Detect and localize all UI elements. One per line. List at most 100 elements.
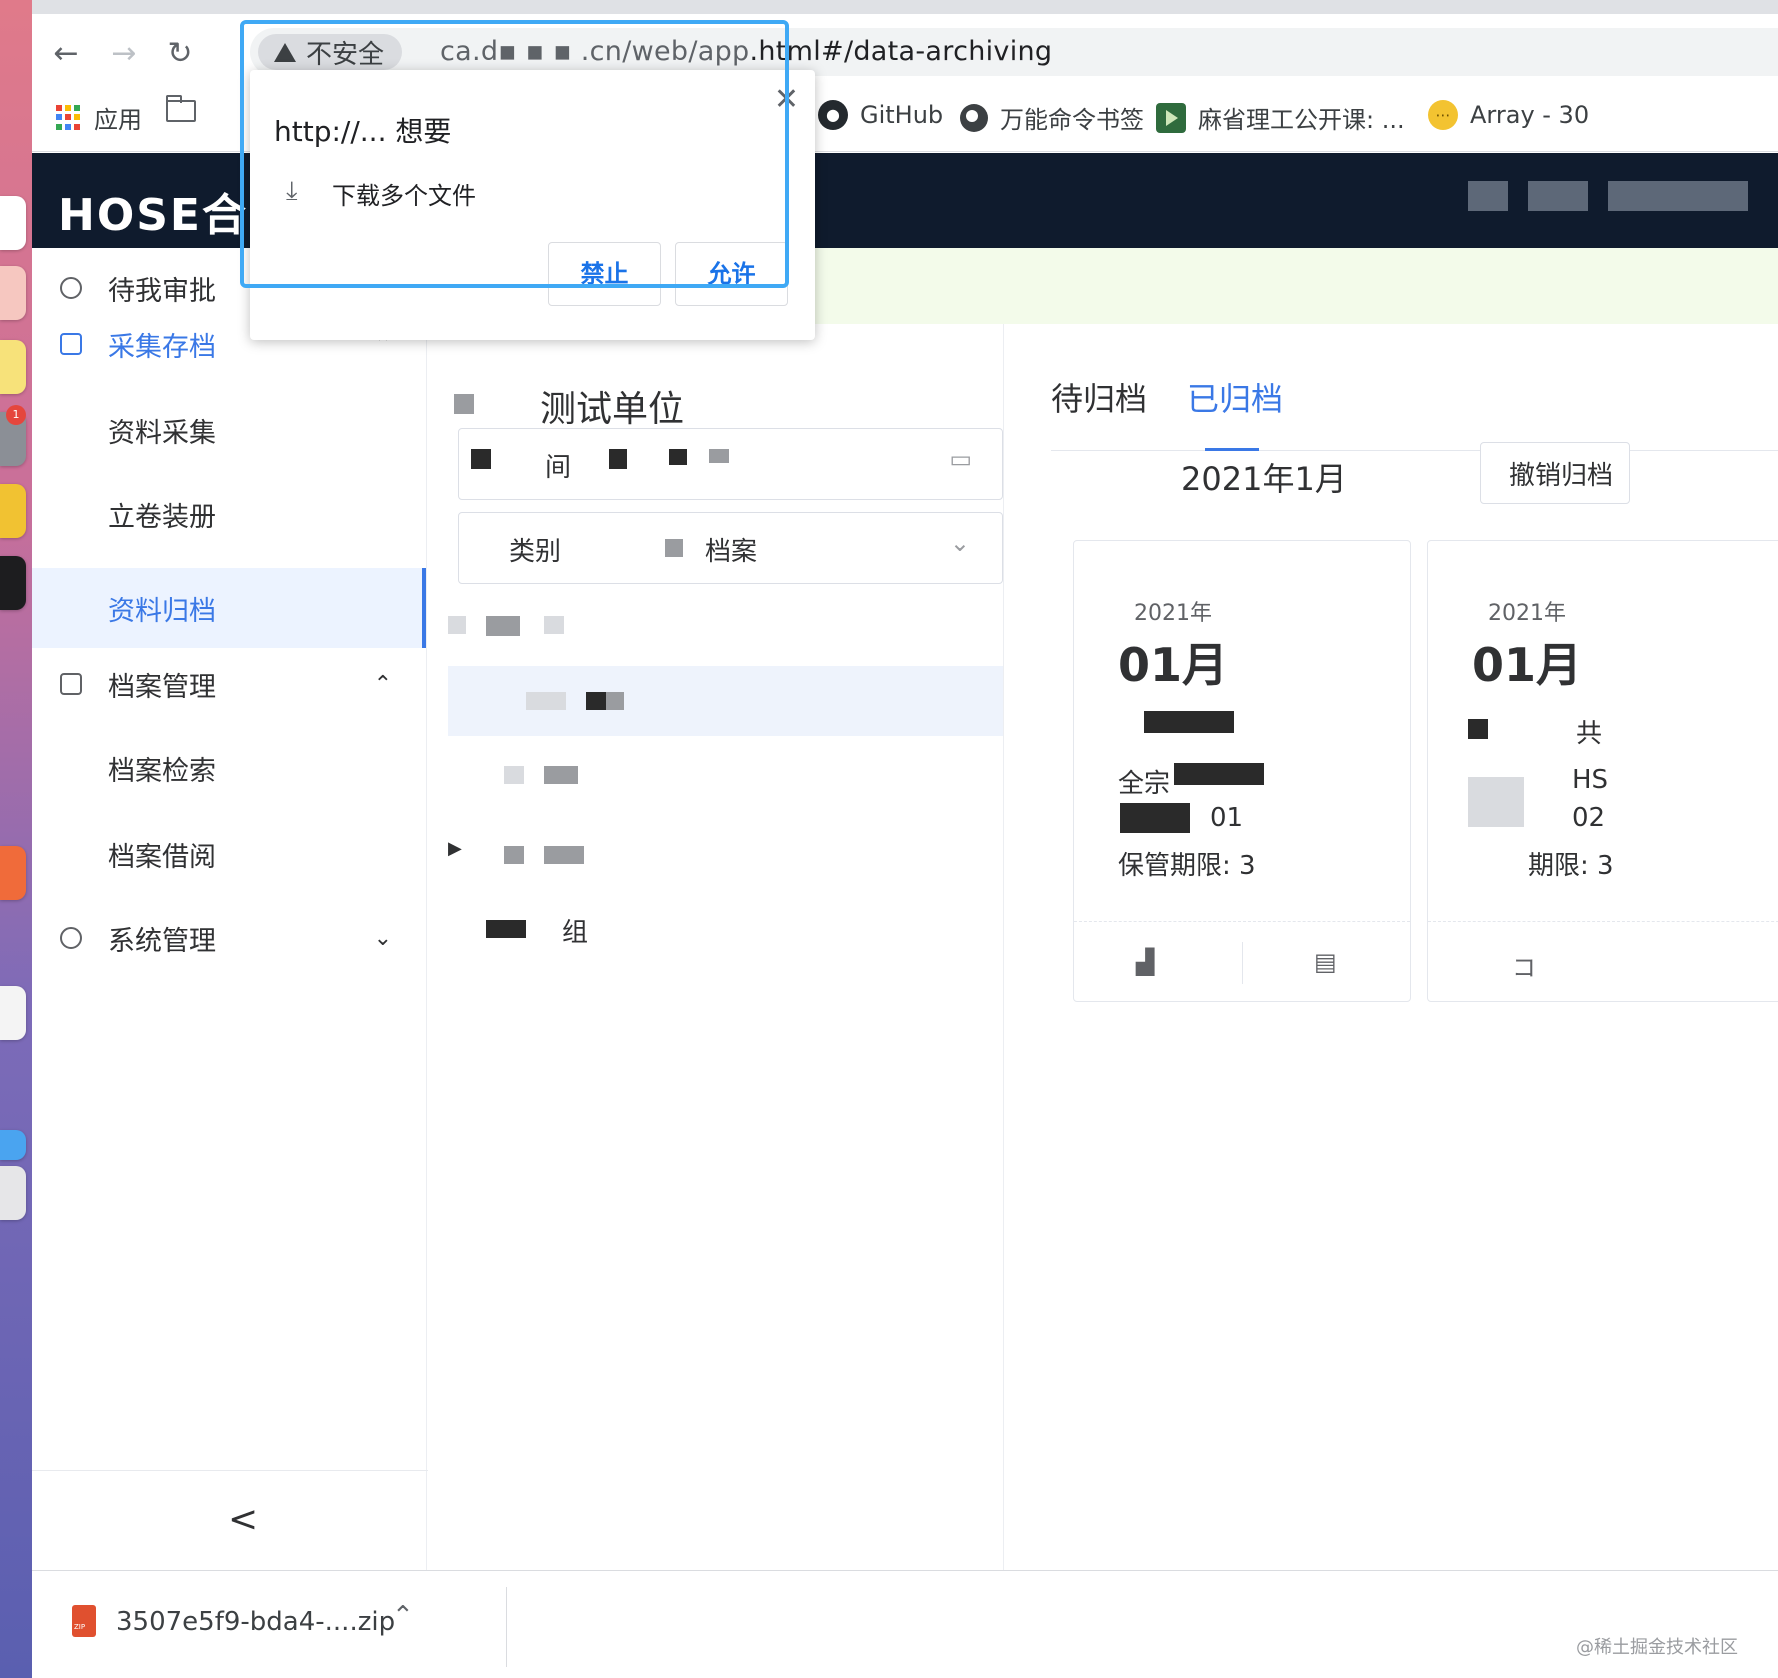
archive-card[interactable]: 2021年 01月 共 HS 02 期限: 3 コ <box>1427 540 1778 1002</box>
expand-icon <box>448 616 466 634</box>
security-label: 不安全 <box>306 39 385 70</box>
bookmark-mit[interactable]: 麻省理工公开课: ... <box>1156 100 1405 135</box>
sidebar-collapse-button[interactable]: < <box>32 1470 447 1570</box>
bookmark-label: 万能命令书签 <box>1000 106 1144 134</box>
sidebar-item-volume-binding[interactable]: 立卷装册 <box>32 474 426 554</box>
redacted <box>1174 763 1264 785</box>
allow-button[interactable]: 允许 <box>675 242 788 306</box>
bookmark-array[interactable]: ⋯ Array - 30 <box>1428 100 1589 130</box>
sidebar-item-label: 待我审批 <box>108 275 216 307</box>
time-field-label: 间 <box>545 453 572 483</box>
folder-icon <box>166 95 196 122</box>
chevron-up-icon[interactable]: ⌃ <box>392 1601 414 1631</box>
header-redacted-area <box>1608 181 1748 211</box>
close-icon[interactable]: ✕ <box>774 82 799 117</box>
sidebar-item-label: 资料归档 <box>108 595 216 627</box>
bookmark-github[interactable]: ● GitHub <box>818 100 943 130</box>
bookmark-folder[interactable] <box>166 95 196 122</box>
time-range-picker[interactable]: 间 ▭ <box>458 428 1003 500</box>
address-bar[interactable]: 不安全 ca.d▪ ▪ ▪ .cn/web/app.html#/data-arc… <box>250 28 1778 76</box>
tab-underline <box>1051 450 1778 451</box>
card-line: 01 <box>1210 803 1244 833</box>
dock-notification-badge: 1 <box>6 405 26 425</box>
sidebar-group-system-management[interactable]: 系统管理 ⌄ <box>32 898 426 978</box>
redacted <box>669 449 687 465</box>
url-path: .html#/data-archiving <box>749 36 1053 67</box>
dock-terminal-icon[interactable] <box>0 556 26 610</box>
chevron-down-icon: ⌄ <box>373 925 392 951</box>
tab-pending-archive[interactable]: 待归档 <box>1051 374 1147 420</box>
sidebar-item-label: 系统管理 <box>108 925 216 957</box>
tree-node-selected[interactable] <box>448 666 1003 736</box>
popup-title: http://... 想要 <box>274 115 452 148</box>
category-field-label: 类别 <box>509 537 562 567</box>
card-year: 2021年 <box>1134 601 1212 626</box>
document-icon[interactable]: ▤ <box>1314 948 1337 976</box>
reload-icon[interactable]: ↻ <box>160 34 200 74</box>
tree-node[interactable] <box>448 594 1003 664</box>
block-button[interactable]: 禁止 <box>548 242 661 306</box>
dock-app-icon[interactable] <box>0 196 26 250</box>
dock-app-icon[interactable] <box>0 340 26 394</box>
redacted <box>526 692 566 710</box>
edit-icon[interactable]: ▟ <box>1136 948 1154 976</box>
video-play-icon <box>1156 102 1186 133</box>
back-arrow-icon[interactable]: ← <box>46 34 86 74</box>
chevron-left-icon: < <box>228 1499 259 1540</box>
card-year: 2021年 <box>1488 601 1566 626</box>
divider <box>506 1587 507 1667</box>
sidebar-item-data-archiving[interactable]: 资料归档 <box>32 568 426 648</box>
card-month: 01月 <box>1118 638 1229 692</box>
security-indicator[interactable]: 不安全 <box>258 34 403 70</box>
sidebar-item-data-collection[interactable]: 资料采集 <box>32 390 426 470</box>
url-text[interactable]: ca.d▪ ▪ ▪ .cn/web/app.html#/data-archivi… <box>440 36 1052 67</box>
dock-app-icon[interactable] <box>0 266 26 320</box>
calendar-icon[interactable]: ▭ <box>949 445 972 473</box>
card-line: 共 <box>1576 719 1603 749</box>
sidebar-item-label: 资料采集 <box>108 417 216 449</box>
bookmark-apps[interactable]: 应用 <box>56 100 142 135</box>
edit-icon[interactable]: コ <box>1512 948 1536 983</box>
redacted <box>586 692 606 710</box>
archive-tabs: 待归档 已归档 <box>1051 374 1283 420</box>
download-file-name[interactable]: 3507e5f9-bda4-....zip <box>116 1607 395 1637</box>
sidebar-item-archive-borrowing[interactable]: 档案借阅 <box>32 814 426 894</box>
archive-card[interactable]: 2021年 01月 全宗 01 保管期限: 3 ▟ ▤ <box>1073 540 1411 1002</box>
redacted <box>1120 803 1190 833</box>
title-redacted <box>454 394 474 414</box>
unit-title: 测试单位 <box>540 389 685 430</box>
header-redacted-area <box>1528 181 1588 211</box>
dock-app-icon[interactable] <box>0 986 26 1040</box>
dock-finder-icon[interactable] <box>0 1130 26 1160</box>
dock-app-icon[interactable] <box>0 846 26 900</box>
forward-arrow-icon[interactable]: → <box>104 34 144 74</box>
record-period-value: 2021年1月 <box>1181 460 1347 498</box>
redacted <box>471 449 491 469</box>
category-select[interactable]: 类别 档案 ⌄ <box>458 512 1003 584</box>
tab-archived[interactable]: 已归档 <box>1187 374 1283 420</box>
header-redacted-area <box>1468 181 1508 211</box>
unit-tree-panel: 测试单位 间 ▭ 类别 档案 ⌄ ▶ 组 <box>428 324 1004 1570</box>
macos-dock: 1 <box>0 0 32 1678</box>
sidebar-group-archive-management[interactable]: 档案管理 ⌃ <box>32 644 426 724</box>
bookmark-commands[interactable]: 万能命令书签 <box>960 100 1144 135</box>
redacted <box>504 766 524 784</box>
tree-node[interactable]: ▶ <box>448 820 1003 890</box>
card-line: 期限: 3 <box>1528 851 1614 881</box>
archive-collect-icon <box>60 333 82 355</box>
dock-trash-icon[interactable] <box>0 1166 26 1220</box>
redacted <box>606 692 624 710</box>
card-month: 01月 <box>1472 638 1583 692</box>
divider <box>1242 942 1243 984</box>
revoke-archive-button[interactable]: 撤销归档 <box>1480 442 1630 504</box>
download-shelf: 3507e5f9-bda4-....zip ⌃ @稀土掘金技术社区 <box>32 1570 1778 1678</box>
tree-node[interactable] <box>448 744 1003 814</box>
redacted <box>665 539 683 557</box>
redacted <box>486 616 520 636</box>
redacted <box>609 449 627 469</box>
sidebar-item-archive-search[interactable]: 档案检索 <box>32 728 426 808</box>
sidebar-item-label: 采集存档 <box>108 331 216 363</box>
dock-chrome-icon[interactable] <box>0 484 26 538</box>
tree-node[interactable]: 组 <box>448 896 1003 966</box>
bookmark-label: 应用 <box>94 106 142 134</box>
